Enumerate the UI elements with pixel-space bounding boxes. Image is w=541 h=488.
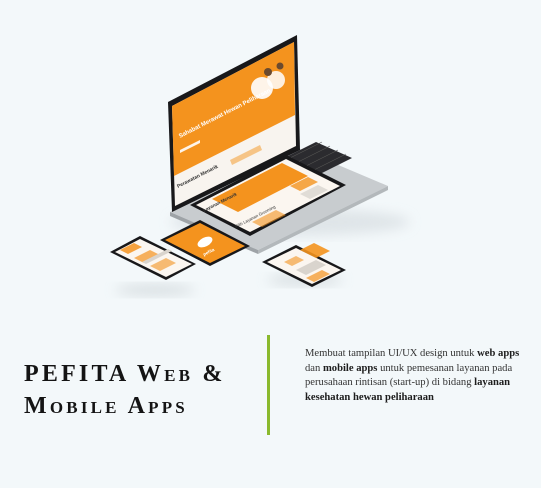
title-line-1: PEFITA Web & [24, 361, 226, 387]
desc-highlight-mobile-apps: mobile apps [322, 362, 378, 374]
desc-text: dan [305, 362, 323, 374]
project-title: PEFITA Web & Mobile Apps [24, 358, 256, 422]
title-line-2: Mobile Apps [24, 393, 188, 419]
desc-text: Membuat tampilan UI/UX design untuk [305, 348, 478, 359]
desc-highlight-web-apps: web apps [477, 348, 520, 359]
device-mockup-illustration: Sahabat Merawat Hewan Peliharaan Perawat… [0, 0, 541, 320]
project-description: Membuat tampilan UI/UX design untuk web … [305, 347, 531, 405]
mockup-svg: Sahabat Merawat Hewan Peliharaan Perawat… [110, 35, 410, 296]
phone-shadow [115, 284, 195, 296]
vertical-divider [267, 335, 270, 435]
